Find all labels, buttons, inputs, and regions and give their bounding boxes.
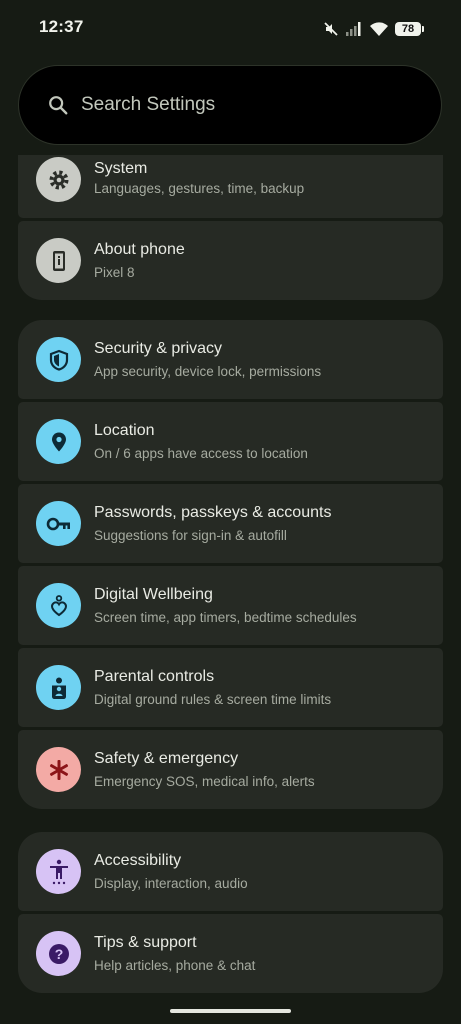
parental-icon (51, 677, 66, 699)
item-title: Security & privacy (94, 340, 223, 357)
item-subtitle: Digital ground rules & screen time limit… (94, 692, 332, 707)
item-subtitle: Emergency SOS, medical info, alerts (94, 774, 315, 789)
location-icon-circle (36, 419, 81, 464)
settings-item-digital-wellbeing[interactable]: Digital Wellbeing Screen time, app timer… (18, 566, 443, 645)
settings-item-passwords[interactable]: Passwords, passkeys & accounts Suggestio… (18, 484, 443, 563)
item-title: Safety & emergency (94, 750, 239, 767)
item-subtitle: App security, device lock, permissions (94, 364, 322, 379)
help-icon: ? (48, 943, 69, 964)
item-title: Parental controls (94, 668, 215, 685)
wellbeing-icon-circle (36, 583, 81, 628)
settings-group-3: Accessibility Display, interaction, audi… (18, 832, 443, 993)
item-subtitle: On / 6 apps have access to location (94, 446, 308, 461)
item-subtitle: Display, interaction, audio (94, 876, 248, 891)
signal-icon (346, 22, 361, 36)
settings-group-1: System Languages, gestures, time, backup… (18, 155, 443, 300)
home-gesture-bar[interactable] (170, 1009, 291, 1013)
status-icons: 78 (323, 19, 424, 39)
settings-item-location[interactable]: Location On / 6 apps have access to loca… (18, 402, 443, 481)
shield-icon (49, 349, 68, 371)
item-subtitle: Pixel 8 (94, 265, 135, 280)
item-subtitle: Screen time, app timers, bedtime schedul… (94, 610, 357, 625)
settings-item-parental-controls[interactable]: Parental controls Digital ground rules &… (18, 648, 443, 727)
item-title: Passwords, passkeys & accounts (94, 504, 332, 521)
accessibility-icon (49, 859, 68, 884)
parental-icon-circle (36, 665, 81, 710)
settings-item-safety-emergency[interactable]: Safety & emergency Emergency SOS, medica… (18, 730, 443, 809)
item-subtitle: Help articles, phone & chat (94, 958, 256, 973)
settings-item-security[interactable]: Security & privacy App security, device … (18, 320, 443, 399)
phone-info-icon (52, 250, 65, 271)
status-bar: 12:37 78 (0, 0, 461, 56)
mute-icon (324, 22, 338, 36)
item-title: Digital Wellbeing (94, 586, 213, 603)
settings-group-2: Security & privacy App security, device … (18, 320, 443, 809)
settings-item-system[interactable]: System Languages, gestures, time, backup (18, 155, 443, 218)
asterisk-icon (49, 759, 68, 780)
item-subtitle: Suggestions for sign-in & autofill (94, 528, 287, 543)
gear-icon (49, 170, 68, 189)
battery-level: 78 (401, 23, 415, 35)
item-title: System (94, 160, 148, 177)
wifi-icon (370, 22, 388, 36)
location-pin-icon (51, 432, 66, 451)
item-title: Accessibility (94, 852, 182, 869)
status-time: 12:37 (39, 17, 84, 36)
wellbeing-icon (50, 594, 67, 616)
settings-item-about-phone[interactable]: About phone Pixel 8 (18, 221, 443, 300)
item-title: Tips & support (94, 934, 197, 951)
svg-text:?: ? (54, 946, 63, 962)
key-icon (46, 517, 70, 530)
help-icon-circle: ? (36, 931, 81, 976)
battery-icon: 78 (395, 22, 424, 36)
item-title: About phone (94, 241, 185, 258)
security-icon-circle (36, 337, 81, 382)
passwords-icon-circle (36, 501, 81, 546)
safety-icon-circle (36, 747, 81, 792)
system-icon-circle (36, 157, 81, 202)
item-title: Location (94, 422, 155, 439)
settings-item-accessibility[interactable]: Accessibility Display, interaction, audi… (18, 832, 443, 911)
search-icon (49, 96, 68, 115)
accessibility-icon-circle (36, 849, 81, 894)
search-placeholder: Search Settings (81, 94, 216, 115)
item-subtitle: Languages, gestures, time, backup (94, 181, 305, 196)
settings-item-tips-support[interactable]: ? Tips & support Help articles, phone & … (18, 914, 443, 993)
search-bar[interactable]: Search Settings (18, 65, 442, 145)
about-icon-circle (36, 238, 81, 283)
